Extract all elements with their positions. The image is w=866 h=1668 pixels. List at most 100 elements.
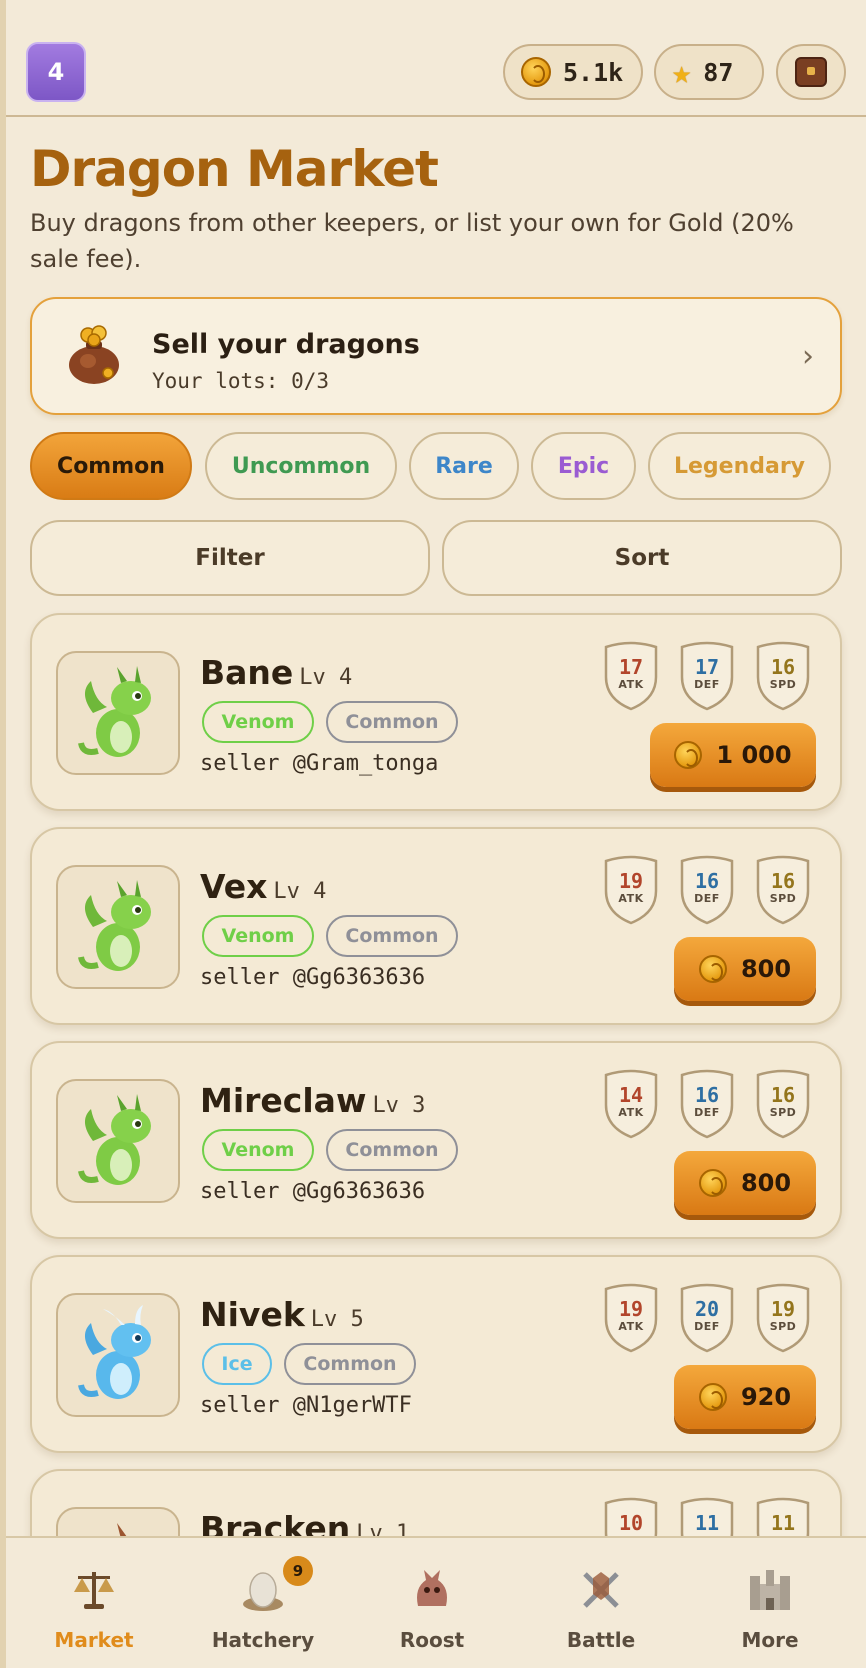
dragon-name: Bane (200, 653, 294, 692)
tab-rare[interactable]: Rare (409, 432, 519, 500)
atk-stat-shield: 14 ATK (602, 1069, 660, 1139)
dragon-name: Mireclaw (200, 1081, 367, 1120)
nav-roost[interactable]: Roost (348, 1538, 516, 1668)
blue-dragon-icon (78, 1305, 151, 1399)
sell-title: Sell your dragons (152, 329, 420, 360)
buy-price-button[interactable]: 800 (674, 1151, 816, 1215)
dragon-level: Lv 4 (299, 665, 353, 690)
tab-common[interactable]: Common (30, 432, 192, 500)
dragon-level: Lv 4 (273, 879, 327, 904)
spd-value: 11 (770, 1511, 796, 1535)
gold-coin-icon (698, 1383, 727, 1411)
spd-value: 16 (770, 869, 796, 893)
green-dragon-icon (78, 1094, 151, 1185)
atk-value: 10 (618, 1511, 644, 1535)
atk-stat-shield: 17 ATK (602, 641, 660, 711)
tab-epic[interactable]: Epic (531, 432, 636, 500)
tab-uncommon[interactable]: Uncommon (205, 432, 397, 500)
element-tag: Venom (202, 915, 314, 957)
dragon-name: Vex (200, 867, 268, 906)
filter-button[interactable]: Filter (30, 520, 430, 596)
price-amount: 1 000 (716, 741, 792, 769)
bottom-navigation: Market 9 Hatchery Roost Battle More (6, 1536, 866, 1668)
dragon-head-icon (417, 1570, 447, 1606)
page-title: Dragon Market (30, 140, 439, 198)
seller-name: seller @Gg6363636 (200, 965, 426, 990)
buy-price-button[interactable]: 920 (674, 1365, 816, 1429)
atk-stat-shield: 19 ATK (602, 855, 660, 925)
nav-more[interactable]: More (686, 1538, 854, 1668)
def-stat-shield: 17 DEF (678, 641, 736, 711)
spd-stat-shield: 16 SPD (754, 855, 812, 925)
castle-icon (750, 1570, 790, 1610)
nav-label: Roost (399, 1628, 465, 1652)
tab-legendary[interactable]: Legendary (648, 432, 831, 500)
dragon-name-row: Vex Lv 4 (200, 867, 326, 906)
inventory-bag-icon (795, 57, 827, 87)
spd-label: SPD (769, 892, 797, 905)
dragon-listing-card[interactable]: Vex Lv 4 Venom Common seller @Gg6363636 1… (30, 827, 842, 1025)
hatchery-badge: 9 (283, 1556, 313, 1586)
def-label: DEF (694, 1320, 720, 1333)
atk-label: ATK (618, 1320, 644, 1333)
dragon-avatar (56, 651, 180, 775)
price-amount: 920 (740, 1383, 792, 1411)
dragon-avatar (56, 865, 180, 989)
nav-hatchery[interactable]: 9 Hatchery (179, 1538, 347, 1668)
def-stat-shield: 16 DEF (678, 855, 736, 925)
sell-lots-count: Your lots: 0/3 (152, 369, 330, 393)
rarity-tag: Common (326, 701, 458, 743)
nav-market[interactable]: Market (10, 1538, 178, 1668)
atk-label: ATK (618, 1106, 644, 1119)
spd-label: SPD (769, 1320, 797, 1333)
dragon-avatar (56, 1079, 180, 1203)
def-stat-shield: 16 DEF (678, 1069, 736, 1139)
atk-stat-shield: 19 ATK (602, 1283, 660, 1353)
price-amount: 800 (740, 955, 792, 983)
gold-coin-icon (698, 1169, 727, 1197)
nav-label: Battle (566, 1628, 636, 1652)
dragon-listing-card[interactable]: Bane Lv 4 Venom Common seller @Gram_tonga… (30, 613, 842, 811)
seller-name: seller @Gram_tonga (200, 751, 439, 776)
inventory-button[interactable] (776, 44, 846, 100)
dragon-avatar (56, 1293, 180, 1417)
def-value: 11 (694, 1511, 720, 1535)
def-value: 17 (694, 655, 720, 679)
spd-value: 16 (770, 655, 796, 679)
stars-balance-pill[interactable]: ★ 87 (654, 44, 764, 100)
atk-value: 17 (618, 655, 644, 679)
nav-label: More (741, 1628, 799, 1652)
spd-stat-shield: 16 SPD (754, 641, 812, 711)
atk-label: ATK (618, 892, 644, 905)
player-level-badge[interactable]: 4 (26, 42, 86, 102)
def-value: 16 (694, 869, 720, 893)
buy-price-button[interactable]: 1 000 (650, 723, 816, 787)
element-tag: Ice (202, 1343, 272, 1385)
page-subtitle: Buy dragons from other keepers, or list … (30, 209, 794, 273)
left-edge-strip (0, 0, 6, 1668)
spd-label: SPD (769, 1106, 797, 1119)
sell-dragons-card[interactable]: Sell your dragons Your lots: 0/3 › (30, 297, 842, 415)
spd-value: 19 (770, 1297, 796, 1321)
def-label: DEF (694, 892, 720, 905)
dragon-name-row: Mireclaw Lv 3 (200, 1081, 425, 1120)
nav-battle[interactable]: Battle (517, 1538, 685, 1668)
sort-button[interactable]: Sort (442, 520, 842, 596)
top-bar: 4 5.1k ★ 87 (6, 0, 866, 117)
dragon-name-row: Nivek Lv 5 (200, 1295, 364, 1334)
spd-stat-shield: 19 SPD (754, 1283, 812, 1353)
def-label: DEF (694, 1106, 720, 1119)
atk-label: ATK (618, 678, 644, 691)
seller-name: seller @Gg6363636 (200, 1179, 426, 1204)
def-value: 16 (694, 1083, 720, 1107)
buy-price-button[interactable]: 800 (674, 937, 816, 1001)
price-amount: 800 (740, 1169, 792, 1197)
gold-balance-pill[interactable]: 5.1k (503, 44, 643, 100)
gold-amount: 5.1k (563, 57, 624, 87)
element-tag: Venom (202, 1129, 314, 1171)
dragon-listing-card[interactable]: Nivek Lv 5 Ice Common seller @N1gerWTF 19… (30, 1255, 842, 1453)
rarity-tag: Common (284, 1343, 416, 1385)
atk-value: 19 (618, 869, 644, 893)
star-icon: ★ (672, 53, 692, 91)
dragon-listing-card[interactable]: Mireclaw Lv 3 Venom Common seller @Gg6363… (30, 1041, 842, 1239)
